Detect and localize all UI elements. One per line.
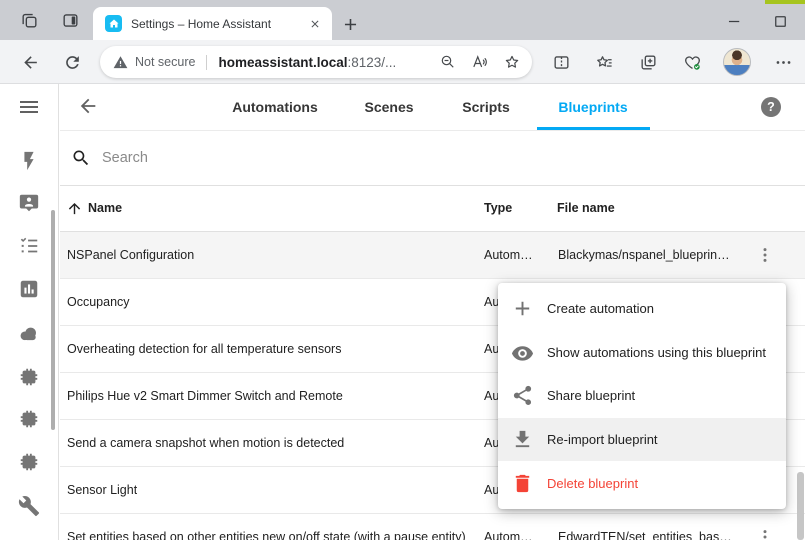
favorites-hub-icon[interactable] [592, 50, 616, 74]
browser-menu-icon[interactable] [771, 50, 795, 74]
menu-item-share-blueprint[interactable]: Share blueprint [498, 374, 786, 418]
device-chip-icon[interactable] [18, 451, 40, 473]
refresh-icon[interactable] [60, 50, 84, 74]
page-header: Automations Scenes Scripts Blueprints ? [60, 84, 805, 131]
profile-avatar[interactable] [723, 48, 751, 76]
sidebar-menu-icon[interactable] [17, 95, 41, 119]
delete-icon [511, 472, 534, 495]
tab-scenes[interactable]: Scenes [364, 84, 413, 130]
split-screen-icon[interactable] [549, 50, 573, 74]
vertical-tabs-icon[interactable] [58, 8, 82, 32]
share-icon [511, 384, 534, 407]
developer-tools-wrench-icon[interactable] [18, 495, 40, 517]
warning-icon [113, 55, 128, 70]
tab-automations[interactable]: Automations [232, 84, 318, 130]
top-edge-accent-strip [765, 0, 805, 4]
zoom-out-icon[interactable] [436, 50, 460, 74]
row-overflow-menu-icon[interactable] [755, 527, 775, 540]
browser-essentials-icon[interactable] [680, 50, 704, 74]
tab-scripts[interactable]: Scripts [462, 84, 509, 130]
device-chip-icon[interactable] [18, 408, 40, 430]
sort-ascending-icon[interactable] [66, 200, 83, 217]
browser-toolbar: Not secure homeassistant.local:8123/... [0, 40, 805, 84]
voice-assistant-icon[interactable] [18, 192, 40, 214]
minimize-window-icon[interactable] [722, 9, 746, 33]
browser-window: Settings – Home Assistant Not secure [0, 0, 805, 540]
row-name: Overheating detection for all temperatur… [67, 342, 341, 356]
row-name: Sensor Light [67, 483, 137, 497]
address-bar[interactable]: Not secure homeassistant.local:8123/... [100, 46, 532, 78]
tab-title: Settings – Home Assistant [131, 17, 306, 31]
url-text: homeassistant.local:8123/... [218, 55, 396, 70]
menu-item-delete-blueprint[interactable]: Delete blueprint [498, 461, 786, 505]
blueprint-context-menu: Create automation Show automations using… [498, 283, 786, 509]
workspaces-icon[interactable] [17, 8, 41, 32]
maximize-window-icon[interactable] [768, 9, 792, 33]
menu-item-show-automations[interactable]: Show automations using this blueprint [498, 331, 786, 375]
eye-icon [511, 341, 534, 364]
row-type: Autom… [484, 248, 546, 262]
menu-item-label: Re-import blueprint [547, 432, 658, 447]
site-security-chip[interactable]: Not secure [113, 55, 195, 70]
menu-item-create-automation[interactable]: Create automation [498, 287, 786, 331]
column-header-type[interactable]: Type [484, 186, 512, 231]
sidebar-scrollbar[interactable] [51, 210, 55, 430]
row-name: Occupancy [67, 295, 130, 309]
column-header-file[interactable]: File name [557, 186, 615, 231]
collections-icon[interactable] [636, 50, 660, 74]
page-back-icon[interactable] [76, 95, 100, 119]
home-assistant-favicon [105, 15, 122, 32]
row-name: NSPanel Configuration [67, 248, 194, 262]
security-label: Not secure [135, 55, 195, 69]
address-separator [206, 55, 207, 70]
row-name: Philips Hue v2 Smart Dimmer Switch and R… [67, 389, 343, 403]
plus-icon [511, 297, 534, 320]
table-header: Name Type File name [60, 186, 805, 232]
device-chip-icon[interactable] [18, 366, 40, 388]
menu-item-label: Create automation [547, 301, 654, 316]
row-file: Blackymas/nspanel_blueprin… [558, 248, 754, 262]
row-overflow-menu-icon[interactable] [755, 245, 775, 265]
help-icon[interactable]: ? [761, 97, 781, 117]
table-row[interactable]: NSPanel Configuration Autom… Blackymas/n… [60, 232, 805, 279]
cloud-icon[interactable] [18, 323, 40, 345]
browser-tab-active[interactable]: Settings – Home Assistant [93, 7, 332, 40]
page-scrollbar[interactable] [797, 472, 804, 540]
search-icon [71, 148, 91, 168]
search-input[interactable] [102, 143, 502, 173]
active-tab-underline [537, 127, 650, 130]
browser-back-icon[interactable] [18, 50, 42, 74]
menu-item-label: Delete blueprint [547, 476, 638, 491]
menu-item-reimport-blueprint[interactable]: Re-import blueprint [498, 418, 786, 462]
browser-tab-strip: Settings – Home Assistant [0, 0, 805, 40]
todo-list-icon[interactable] [18, 235, 40, 257]
row-type: Autom… [484, 530, 546, 540]
download-icon [511, 428, 534, 451]
row-name: Set entities based on other entities new… [67, 530, 466, 540]
favorite-star-icon[interactable] [500, 50, 524, 74]
close-tab-icon[interactable] [306, 15, 324, 33]
read-aloud-icon[interactable] [468, 50, 492, 74]
history-chart-icon[interactable] [18, 278, 40, 300]
ha-sidebar [0, 84, 59, 540]
menu-item-label: Show automations using this blueprint [547, 345, 766, 360]
tab-blueprints[interactable]: Blueprints [558, 84, 627, 130]
row-file: EdwardTEN/set_entities_bas… [558, 530, 754, 540]
flash-icon[interactable] [18, 150, 40, 172]
menu-item-label: Share blueprint [547, 388, 635, 403]
search-row [60, 131, 805, 186]
row-name: Send a camera snapshot when motion is de… [67, 436, 344, 450]
new-tab-icon[interactable] [338, 12, 362, 36]
table-row[interactable]: Set entities based on other entities new… [60, 514, 805, 540]
column-header-name[interactable]: Name [88, 186, 122, 231]
